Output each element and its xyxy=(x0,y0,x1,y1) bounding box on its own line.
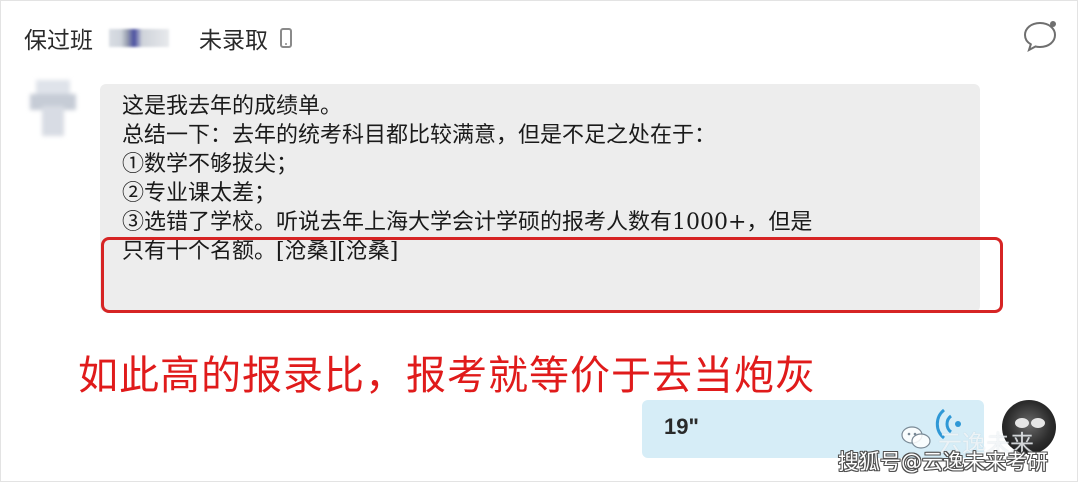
message-line: ③选错了学校。听说去年上海大学会计学硕的报考人数有1000+，但是 xyxy=(122,210,813,235)
status-label: 未录取 xyxy=(199,28,268,54)
phone-icon[interactable] xyxy=(280,28,292,48)
chat-bubble-icon[interactable] xyxy=(1022,18,1058,54)
annotation-text: 如此高的报录比，报考就等价于去当炮灰 xyxy=(78,353,816,399)
message-line: 总结一下：去年的统考科目都比较满意，但是不足之处在于： xyxy=(122,123,717,148)
message-line: 这是我去年的成绩单。 xyxy=(122,94,343,119)
watermark-text: 搜狐号@云逸未来考研 xyxy=(838,450,1048,474)
redacted-name xyxy=(109,29,169,47)
highlight-box xyxy=(101,237,1003,313)
chat-header: 保过班 未录取 xyxy=(24,18,292,58)
message-line: ②专业课太差； xyxy=(122,181,277,206)
message-line: ①数学不够拔尖； xyxy=(122,152,299,177)
sender-avatar[interactable] xyxy=(30,80,76,136)
group-name[interactable]: 保过班 xyxy=(24,21,93,55)
voice-duration: 19" xyxy=(664,414,699,439)
